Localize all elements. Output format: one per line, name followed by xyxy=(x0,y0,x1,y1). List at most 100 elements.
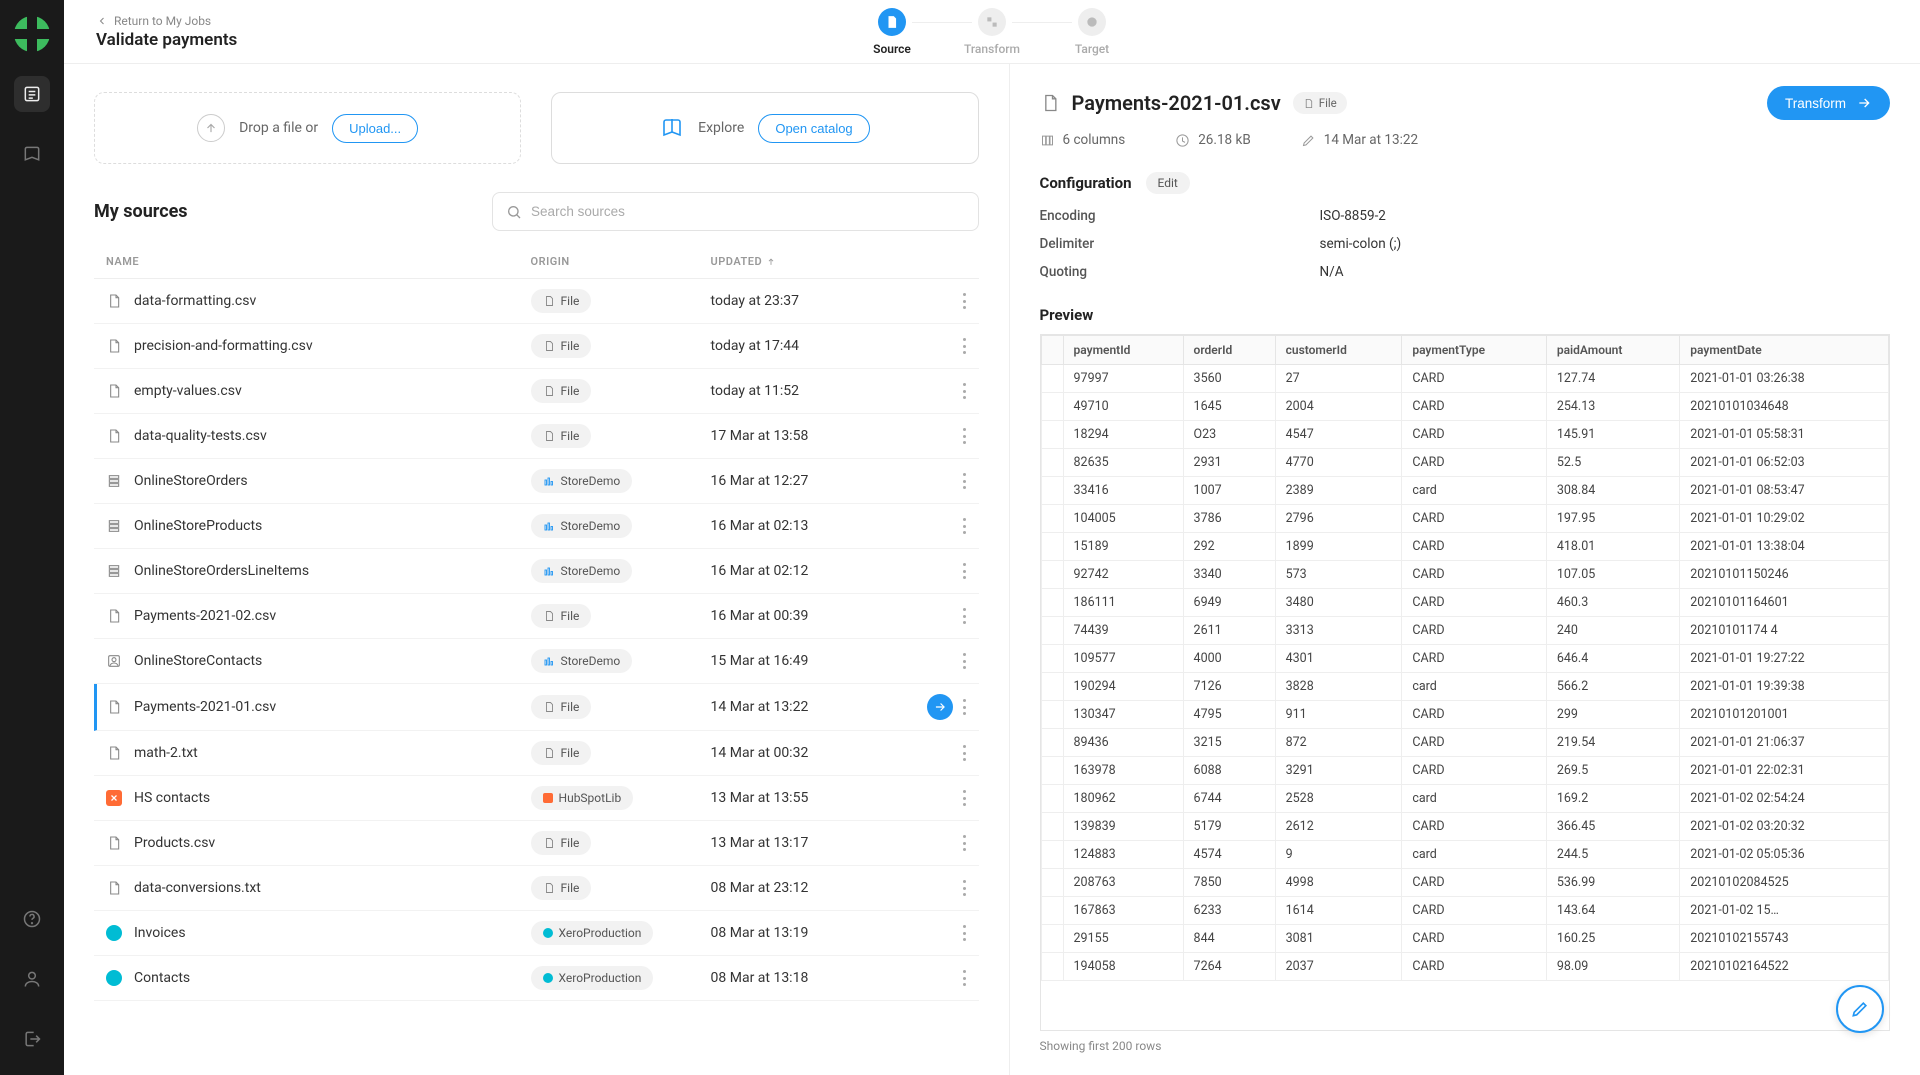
upload-button[interactable]: Upload... xyxy=(332,114,418,143)
db-icon xyxy=(106,563,122,579)
preview-col: paymentDate xyxy=(1680,336,1889,365)
source-row[interactable]: math-2.txt File 14 Mar at 00:32 xyxy=(94,731,979,776)
row-more-icon[interactable] xyxy=(963,608,967,624)
config-value: N/A xyxy=(1320,264,1890,280)
rail-library-icon[interactable] xyxy=(14,136,50,172)
preview-row: 18096267442528card169.22021-01-02 02:54:… xyxy=(1041,785,1888,813)
source-row[interactable]: OnlineStoreOrdersLineItems StoreDemo 16 … xyxy=(94,549,979,594)
source-updated: 08 Mar at 23:12 xyxy=(711,880,921,896)
sources-header: NAME ORIGIN UPDATED xyxy=(94,245,979,279)
source-origin: File xyxy=(531,289,711,313)
filesize-icon xyxy=(1175,133,1190,148)
stepper: Source Transform Target xyxy=(817,8,1167,56)
hubspot-icon xyxy=(106,790,122,806)
source-updated: 17 Mar at 13:58 xyxy=(711,428,921,444)
source-updated: 08 Mar at 13:19 xyxy=(711,925,921,941)
file-icon xyxy=(106,835,122,851)
row-more-icon[interactable] xyxy=(963,699,967,715)
explore-box: Explore Open catalog xyxy=(551,92,978,164)
sort-updated[interactable]: UPDATED xyxy=(711,255,921,268)
step-target[interactable]: Target xyxy=(1017,8,1167,56)
row-more-icon[interactable] xyxy=(963,970,967,986)
row-more-icon[interactable] xyxy=(963,745,967,761)
source-updated: 14 Mar at 13:22 xyxy=(711,699,921,715)
source-name: Products.csv xyxy=(134,835,215,851)
source-row[interactable]: data-conversions.txt File 08 Mar at 23:1… xyxy=(94,866,979,911)
row-more-icon[interactable] xyxy=(963,835,967,851)
source-row[interactable]: Contacts XeroProduction 08 Mar at 13:18 xyxy=(94,956,979,1001)
source-row[interactable]: Invoices XeroProduction 08 Mar at 13:19 xyxy=(94,911,979,956)
detail-pane: Payments-2021-01.csv File Transform 6 co… xyxy=(1010,64,1920,1075)
preview-row: 4971016452004CARD254.1320210101034648 xyxy=(1041,393,1888,421)
row-more-icon[interactable] xyxy=(963,338,967,354)
source-row[interactable]: Payments-2021-02.csv File 16 Mar at 00:3… xyxy=(94,594,979,639)
row-more-icon[interactable] xyxy=(963,925,967,941)
source-updated: 14 Mar at 00:32 xyxy=(711,745,921,761)
preview-row: 97997356027CARD127.742021-01-01 03:26:38 xyxy=(1041,365,1888,393)
config-title: Configuration xyxy=(1040,174,1132,192)
top-bar: Return to My Jobs Validate payments Sour… xyxy=(64,0,1920,64)
source-row[interactable]: OnlineStoreProducts StoreDemo 16 Mar at … xyxy=(94,504,979,549)
source-name: Contacts xyxy=(134,970,190,986)
source-row[interactable]: data-formatting.csv File today at 23:37 xyxy=(94,279,979,324)
preview-row: 16397860883291CARD269.52021-01-01 22:02:… xyxy=(1041,757,1888,785)
contact-icon xyxy=(106,653,122,669)
back-link[interactable]: Return to My Jobs xyxy=(96,14,237,28)
explore-text: Explore xyxy=(698,120,744,136)
row-more-icon[interactable] xyxy=(963,653,967,669)
config-key: Encoding xyxy=(1040,208,1320,224)
xero-icon xyxy=(106,925,122,941)
source-name: math-2.txt xyxy=(134,745,198,761)
app-logo[interactable] xyxy=(14,16,50,52)
source-name: Payments-2021-01.csv xyxy=(134,699,276,715)
source-row[interactable]: OnlineStoreOrders StoreDemo 16 Mar at 12… xyxy=(94,459,979,504)
transform-button[interactable]: Transform xyxy=(1767,86,1890,120)
help-fab[interactable] xyxy=(1836,985,1884,1033)
back-link-label: Return to My Jobs xyxy=(114,14,211,28)
source-origin: StoreDemo xyxy=(531,514,711,538)
source-row[interactable]: OnlineStoreContacts StoreDemo 15 Mar at … xyxy=(94,639,979,684)
row-more-icon[interactable] xyxy=(963,880,967,896)
db-icon xyxy=(106,473,122,489)
open-catalog-button[interactable]: Open catalog xyxy=(758,114,869,143)
source-name: OnlineStoreContacts xyxy=(134,653,262,669)
row-more-icon[interactable] xyxy=(963,383,967,399)
search-input[interactable] xyxy=(492,192,978,231)
source-row[interactable]: data-quality-tests.csv File 17 Mar at 13… xyxy=(94,414,979,459)
row-more-icon[interactable] xyxy=(963,563,967,579)
columns-icon xyxy=(1040,133,1055,148)
config-grid: EncodingISO-8859-2Delimitersemi-colon (;… xyxy=(1040,208,1890,280)
page-title: Validate payments xyxy=(96,30,237,50)
rail-sources-icon[interactable] xyxy=(14,76,50,112)
row-more-icon[interactable] xyxy=(963,518,967,534)
rail-account-icon[interactable] xyxy=(14,961,50,997)
row-more-icon[interactable] xyxy=(963,790,967,806)
preview-row: 19029471263828card566.22021-01-01 19:39:… xyxy=(1041,673,1888,701)
row-more-icon[interactable] xyxy=(963,473,967,489)
preview-row: 18294O234547CARD145.912021-01-01 05:58:3… xyxy=(1041,421,1888,449)
source-origin: XeroProduction xyxy=(531,966,711,990)
source-name: precision-and-formatting.csv xyxy=(134,338,313,354)
step-target-icon xyxy=(1078,8,1106,36)
source-row[interactable]: precision-and-formatting.csv File today … xyxy=(94,324,979,369)
preview-table-wrap[interactable]: paymentIdorderIdcustomerIdpaymentTypepai… xyxy=(1040,334,1890,1031)
preview-row: 16786362331614CARD143.642021-01-02 15… xyxy=(1041,897,1888,925)
rail-logout-icon[interactable] xyxy=(14,1021,50,1057)
source-row[interactable]: empty-values.csv File today at 11:52 xyxy=(94,369,979,414)
file-drop-zone[interactable]: Drop a file or Upload... xyxy=(94,92,521,164)
source-name: HS contacts xyxy=(134,790,210,806)
open-source-button[interactable] xyxy=(927,694,953,720)
source-name: Invoices xyxy=(134,925,186,941)
edit-config-button[interactable]: Edit xyxy=(1146,172,1190,194)
rail-help-icon[interactable] xyxy=(14,901,50,937)
row-more-icon[interactable] xyxy=(963,293,967,309)
config-value: ISO-8859-2 xyxy=(1320,208,1890,224)
source-origin: StoreDemo xyxy=(531,649,711,673)
source-row[interactable]: Payments-2021-01.csv File 14 Mar at 13:2… xyxy=(94,684,979,731)
row-more-icon[interactable] xyxy=(963,428,967,444)
source-row[interactable]: HS contacts HubSpotLib 13 Mar at 13:55 xyxy=(94,776,979,821)
source-row[interactable]: Products.csv File 13 Mar at 13:17 xyxy=(94,821,979,866)
step-source-icon xyxy=(878,8,906,36)
preview-row: 18611169493480CARD460.320210101164601 xyxy=(1041,589,1888,617)
preview-row-count: Showing first 200 rows xyxy=(1040,1039,1890,1053)
